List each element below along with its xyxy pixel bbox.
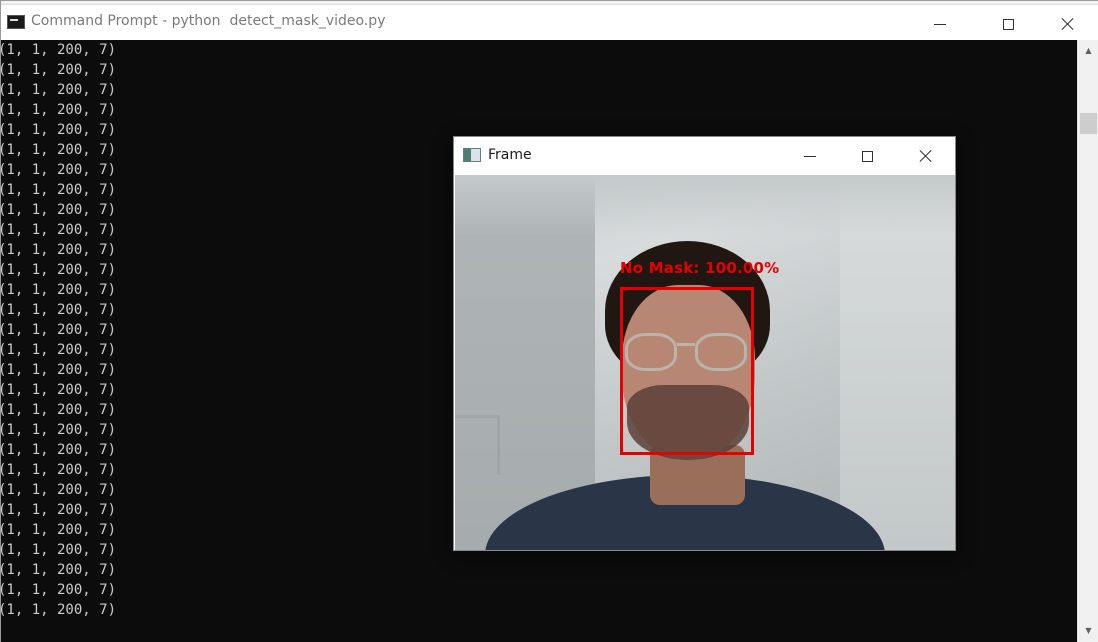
console-line: (1, 1, 200, 7) [1, 42, 117, 58]
webcam-video-feed: No Mask: 100.00% [455, 175, 955, 550]
cmd-close-button[interactable] [1045, 9, 1091, 39]
command-prompt-titlebar[interactable]: Command Prompt - python detect_mask_vide… [1, 5, 1098, 40]
console-line: (1, 1, 200, 7) [1, 562, 117, 578]
cmd-maximize-button[interactable] [985, 9, 1031, 39]
scroll-thumb[interactable] [1080, 113, 1097, 134]
console-line: (1, 1, 200, 7) [1, 602, 117, 618]
console-line: (1, 1, 200, 7) [1, 82, 117, 98]
frame-minimize-button[interactable] [790, 141, 830, 171]
maximize-icon [1002, 18, 1014, 30]
face-detection-box [620, 287, 754, 455]
frame-close-button[interactable] [906, 141, 946, 171]
background-ceiling [455, 175, 955, 235]
console-line: (1, 1, 200, 7) [1, 102, 117, 118]
cmd-minimize-button[interactable] [917, 9, 963, 39]
close-icon [919, 149, 933, 163]
scroll-down-arrow-icon[interactable]: ▼ [1078, 622, 1098, 639]
command-prompt-title: Command Prompt - python detect_mask_vide… [31, 13, 386, 29]
close-icon [1061, 17, 1075, 31]
frame-title: Frame [488, 147, 532, 163]
frame-window: Frame No Mask: 100.00% [453, 136, 956, 551]
background-door-frame [455, 415, 500, 475]
command-prompt-icon [7, 15, 25, 29]
maximize-icon [861, 150, 873, 162]
console-scrollbar[interactable]: ▲ ▼ [1077, 40, 1098, 642]
frame-app-icon [463, 148, 481, 162]
detection-label: No Mask: 100.00% [620, 259, 780, 277]
console-line: (1, 1, 200, 7) [1, 62, 117, 78]
console-line: (1, 1, 200, 7) [1, 582, 117, 598]
frame-maximize-button[interactable] [847, 141, 887, 171]
frame-titlebar[interactable]: Frame [454, 137, 955, 175]
minimize-icon [934, 23, 946, 25]
scroll-up-arrow-icon[interactable]: ▲ [1078, 42, 1098, 59]
minimize-icon [804, 155, 816, 157]
